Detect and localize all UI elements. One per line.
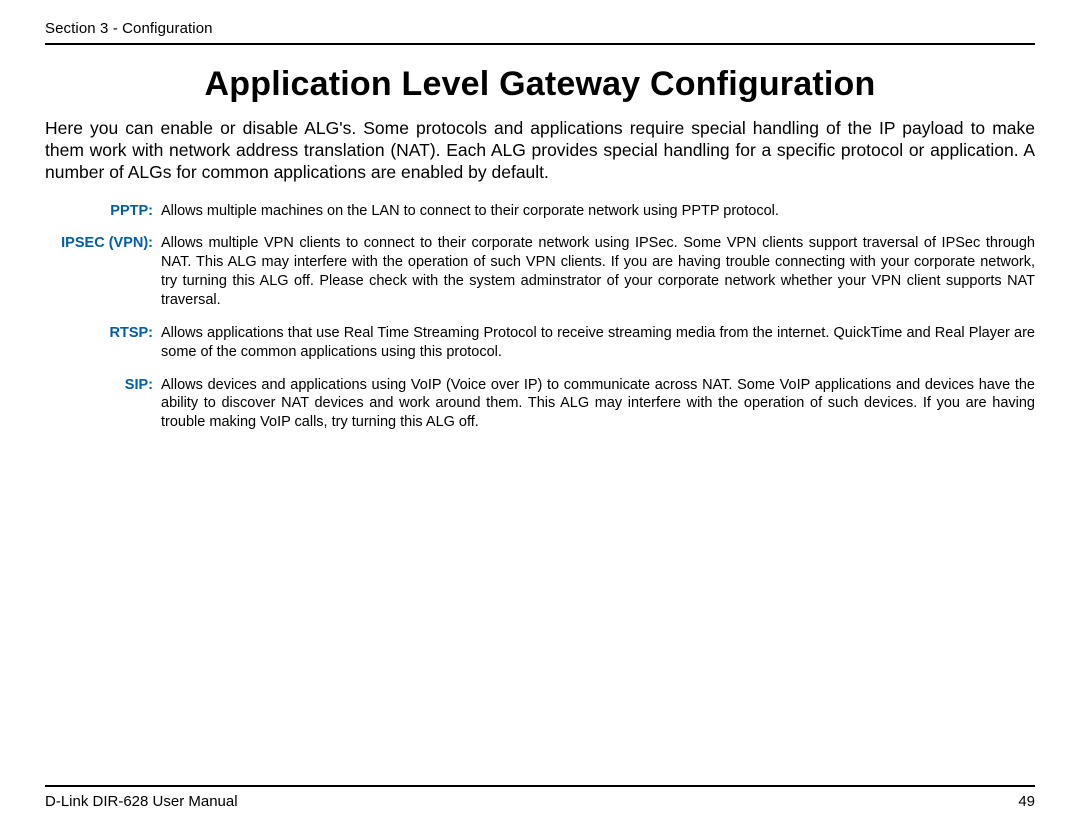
definition-description: Allows applications that use Real Time S… [157,324,1035,362]
definition-term: RTSP: [45,324,157,343]
footer-rule [45,785,1035,787]
page-title: Application Level Gateway Configuration [45,65,1035,104]
section-header: Section 3 - Configuration [45,20,1035,37]
intro-paragraph: Here you can enable or disable ALG's. So… [45,118,1035,184]
definition-row: RTSP: Allows applications that use Real … [45,324,1035,362]
definition-row: PPTP: Allows multiple machines on the LA… [45,202,1035,221]
definition-row: IPSEC (VPN): Allows multiple VPN clients… [45,234,1035,309]
definition-term: SIP: [45,376,157,395]
footer-row: D-Link DIR-628 User Manual 49 [45,793,1035,810]
definition-description: Allows multiple VPN clients to connect t… [157,234,1035,309]
manual-page: Section 3 - Configuration Application Le… [0,0,1080,834]
definition-term: IPSEC (VPN): [45,234,157,253]
definition-description: Allows multiple machines on the LAN to c… [157,202,1035,221]
footer-page-number: 49 [1018,793,1035,810]
definition-list: PPTP: Allows multiple machines on the LA… [45,202,1035,432]
definition-term: PPTP: [45,202,157,221]
header-rule [45,43,1035,45]
definition-row: SIP: Allows devices and applications usi… [45,376,1035,433]
footer-manual-name: D-Link DIR-628 User Manual [45,793,238,810]
page-footer: D-Link DIR-628 User Manual 49 [45,785,1035,810]
definition-description: Allows devices and applications using Vo… [157,376,1035,433]
